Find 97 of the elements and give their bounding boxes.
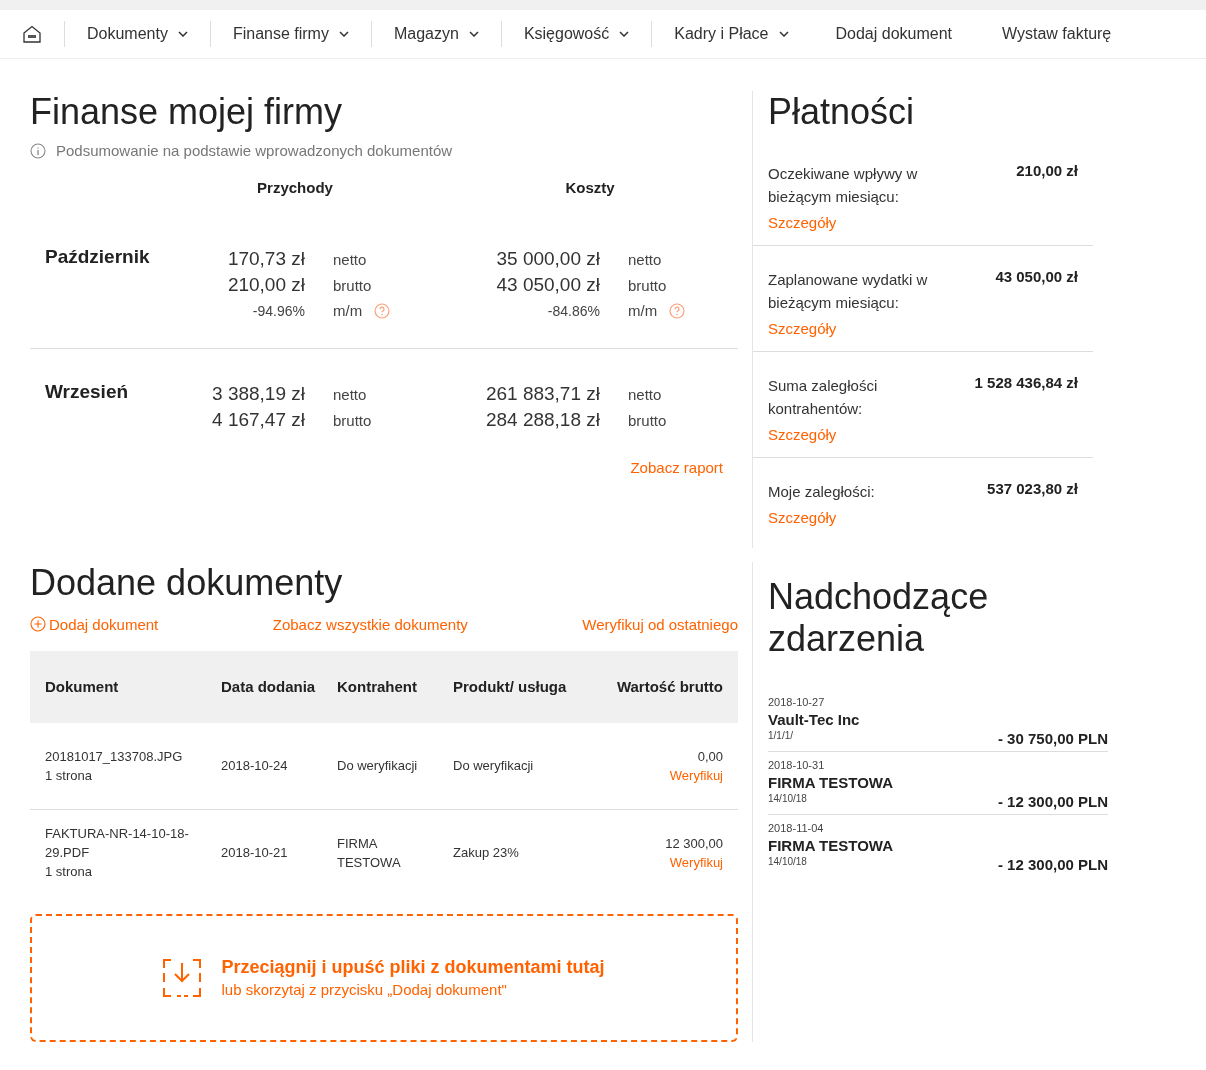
details-link[interactable]: Szczegóły [768, 509, 988, 527]
section-title: Finanse mojej firmy [30, 91, 344, 133]
event-amount: - 30 750,00 PLN [997, 730, 1108, 748]
event-amount: - 12 300,00 PLN [997, 856, 1108, 874]
payment-amount: 537 023,80 zł [987, 480, 1078, 500]
verify-link[interactable]: Weryfikuj [669, 854, 723, 870]
action-link[interactable]: Zobacz wszystkie dokumenty [272, 615, 468, 633]
payment-label: Suma zaległości kontrahentów: [768, 376, 879, 420]
amount: 210,00 zł [226, 273, 305, 298]
nav-item[interactable]: Magazyn [370, 21, 501, 47]
amount: 170,73 zł [226, 247, 305, 272]
change-value: -84.86% [546, 302, 600, 322]
column-header: Dokument [30, 650, 213, 723]
drop-title: Przeciągnij i upuść pliki z dokumentami tutaj [221, 957, 605, 979]
change-label: m/m [628, 302, 658, 320]
table-cell: FIRMA TESTOWA [329, 809, 445, 896]
page-count: 1 strona [45, 864, 92, 880]
info-icon [30, 142, 46, 159]
table-cell: 2018-10-21 [213, 809, 329, 896]
table-cell: Zakup 23% [445, 809, 601, 896]
download-icon [163, 958, 202, 997]
help-icon[interactable] [669, 302, 686, 319]
event-reference: 1/1/1/ [768, 730, 794, 742]
column-header: Data dodania [213, 650, 329, 723]
month-label: Wrzesień [45, 381, 130, 405]
section-title: Dodane dokumenty [30, 562, 344, 604]
amount-type: netto [333, 251, 368, 269]
caret-icon [177, 31, 188, 37]
payment-label: Zaplanowane wydatki w bieżącym miesiącu: [768, 270, 929, 314]
event-date: 2018-10-31 [768, 759, 826, 772]
amount-type: netto [628, 251, 663, 269]
amount: 35 000,00 zł [495, 247, 600, 272]
caret-icon [338, 31, 349, 37]
payment-amount: 1 528 436,84 zł [974, 374, 1078, 394]
details-link[interactable]: Szczegóły [768, 426, 975, 444]
section-title: Nadchodzące zdarzenia [768, 576, 990, 660]
table-cell: Do weryfikacji [329, 722, 445, 810]
column-header: Przychody [256, 179, 334, 197]
column-header: Koszty [564, 179, 616, 197]
amount-type: brutto [628, 277, 668, 295]
caret-icon [468, 31, 479, 37]
event-name: FIRMA TESTOWA [768, 774, 894, 792]
amount: 261 883,71 zł [484, 382, 600, 407]
report-link[interactable]: Zobacz raport [630, 459, 723, 477]
column-header: Produkt/ usługa [445, 650, 601, 723]
table-cell: Do weryfikacji [445, 722, 601, 810]
payment-label: Oczekiwane wpływy w bieżącym miesiącu: [768, 164, 919, 208]
section-title: Płatności [768, 91, 916, 133]
event-date: 2018-10-27 [768, 696, 826, 709]
payment-amount: 210,00 zł [1016, 162, 1078, 182]
document-value: 0,00 [696, 747, 723, 766]
action-link[interactable]: Weryfikuj od ostatniego [582, 615, 738, 633]
event-reference: 14/10/18 [768, 793, 807, 805]
add-icon [30, 616, 46, 633]
page-count: 1 strona [45, 767, 92, 783]
add-document-link[interactable]: Dodaj dokument [30, 615, 159, 633]
payment-label: Moje zaległości: [768, 482, 876, 503]
amount: 3 388,19 zł [211, 382, 305, 407]
event-date: 2018-11-04 [768, 822, 825, 835]
nav-item[interactable]: Kadry i Płace [651, 21, 811, 47]
column-header: Wartość brutto [601, 650, 738, 723]
verify-link[interactable]: Weryfikuj [669, 767, 723, 783]
event-reference: 14/10/18 [768, 856, 807, 868]
details-link[interactable]: Szczegóły [768, 320, 996, 338]
amount-type: brutto [628, 412, 668, 430]
document-name: 20181017_133708.JPG [45, 747, 184, 766]
document-value: 12 300,00 [664, 834, 723, 853]
drop-hint: lub skorzytaj z przycisku „Dodaj dokument" [221, 981, 508, 999]
caret-icon [619, 31, 630, 37]
nav-item[interactable]: Dodaj dokument [810, 21, 978, 47]
amount-type: brutto [333, 412, 373, 430]
event-amount: - 12 300,00 PLN [997, 793, 1108, 811]
help-icon[interactable] [374, 302, 391, 319]
document-name: FAKTURA-NR-14-10-18-29.PDF [45, 825, 190, 863]
subtitle: Podsumowanie na podstawie wprowadzonych dokumentów [56, 142, 453, 160]
caret-icon [778, 31, 789, 37]
nav-item[interactable]: Finanse firmy [209, 21, 371, 47]
amount: 284 288,18 zł [484, 408, 600, 433]
amount-type: netto [333, 386, 368, 404]
table-cell: 2018-10-24 [213, 722, 329, 810]
amount: 43 050,00 zł [495, 273, 600, 298]
home-icon[interactable] [22, 25, 42, 43]
nav-item[interactable]: Księgowość [500, 21, 652, 47]
nav-item[interactable]: Dokumenty [65, 21, 210, 47]
change-label: m/m [333, 302, 363, 320]
amount: 4 167,47 zł [211, 408, 305, 433]
nav-item[interactable]: Wystaw fakturę [977, 21, 1137, 47]
change-value: -94.96% [251, 302, 305, 322]
payment-amount: 43 050,00 zł [995, 268, 1078, 288]
drop-zone[interactable]: Przeciągnij i upuść pliki z dokumentami tutaj lub skorzytaj z przycisku „Dodaj dokument" [30, 913, 738, 1042]
column-header: Kontrahent [329, 650, 445, 723]
details-link[interactable]: Szczegóły [768, 214, 1017, 232]
amount-type: netto [628, 386, 663, 404]
amount-type: brutto [333, 277, 373, 295]
event-name: Vault-Tec Inc [768, 711, 861, 729]
event-name: FIRMA TESTOWA [768, 837, 894, 855]
month-label: Październik [45, 246, 151, 270]
